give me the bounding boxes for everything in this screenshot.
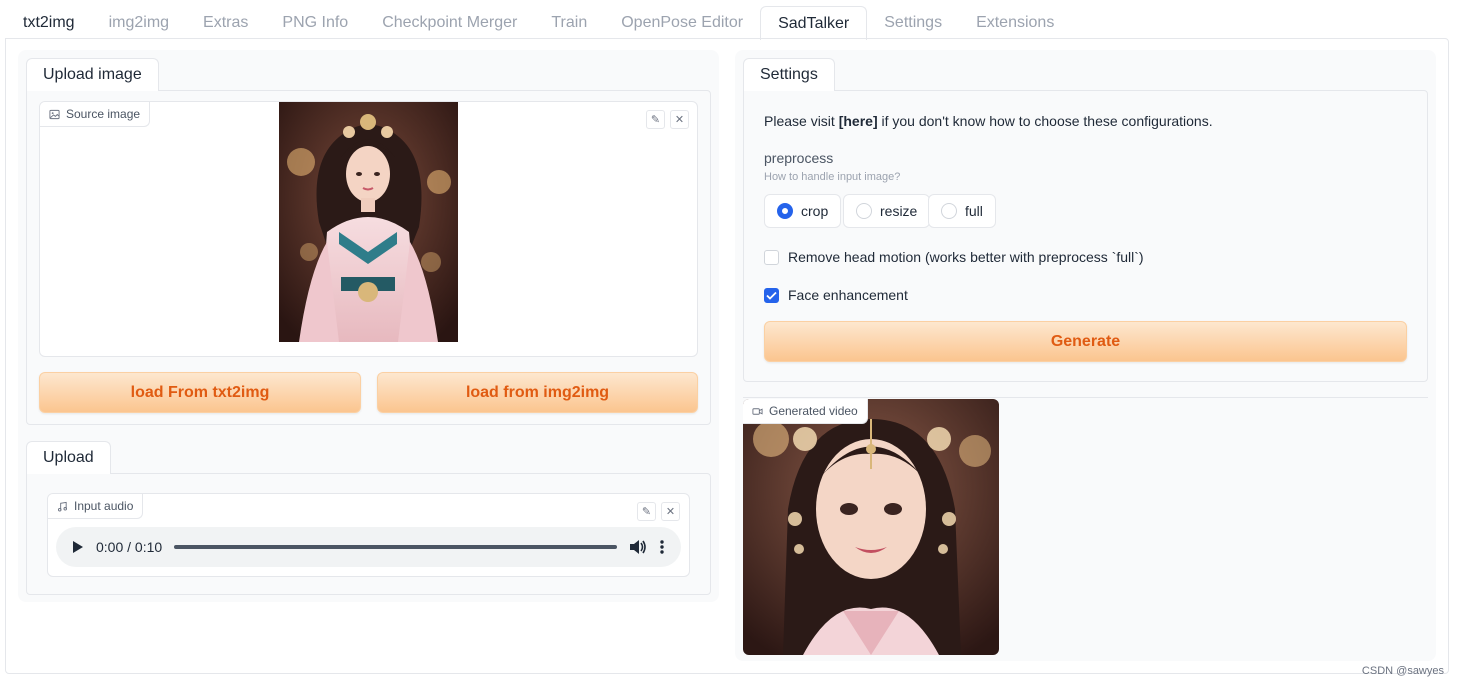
- tab-upload-image[interactable]: Upload image: [26, 58, 159, 91]
- tab-settings-inner[interactable]: Settings: [743, 58, 835, 91]
- upload-image-block: Upload image Source image ✎ ✕ load From …: [26, 58, 711, 425]
- output-divider: [743, 397, 1428, 398]
- edit-icon[interactable]: ✎: [637, 502, 656, 521]
- tab-img2img[interactable]: img2img: [92, 6, 186, 39]
- upload-image-body: Source image ✎ ✕ load From txt2img load …: [26, 90, 711, 425]
- source-image-dropzone[interactable]: Source image ✎ ✕: [39, 101, 698, 357]
- input-audio-component: Input audio ✎ ✕ 0:00 / 0:10: [47, 493, 690, 577]
- audio-player: 0:00 / 0:10: [56, 527, 681, 567]
- tab-train[interactable]: Train: [534, 6, 604, 39]
- input-audio-label: Input audio: [48, 494, 144, 519]
- preprocess-option-crop[interactable]: crop: [764, 194, 842, 228]
- watermark: CSDN @sawyes: [1361, 665, 1444, 677]
- generated-video-component[interactable]: Generated video: [743, 399, 999, 655]
- generate-button[interactable]: Generate: [764, 321, 1407, 362]
- generated-video-label: Generated video: [743, 399, 868, 424]
- load-from-img2img-button[interactable]: load from img2img: [377, 372, 698, 413]
- tab-upload[interactable]: Upload: [26, 441, 111, 474]
- preprocess-option-full[interactable]: full: [928, 194, 996, 228]
- radio-dot: [777, 203, 793, 219]
- checkbox-box: [764, 249, 779, 265]
- source-image-label: Source image: [40, 102, 151, 127]
- tab-openpose-editor[interactable]: OpenPose Editor: [604, 6, 760, 39]
- face-enhancement-checkbox[interactable]: Face enhancement: [764, 287, 908, 303]
- source-image-label-text: Source image: [66, 107, 141, 121]
- top-tab-bar: txt2img img2img Extras PNG Info Checkpoi…: [6, 6, 1071, 40]
- edit-icon[interactable]: ✎: [646, 110, 665, 129]
- upload-audio-block: Upload Input audio ✎ ✕ 0:00 / 0:10: [26, 441, 711, 595]
- check-icon: [766, 291, 777, 300]
- input-audio-label-text: Input audio: [74, 499, 134, 513]
- settings-body: Please visit [here] if you don't know ho…: [743, 90, 1428, 382]
- tab-extensions[interactable]: Extensions: [959, 6, 1071, 39]
- preprocess-option-resize[interactable]: resize: [843, 194, 931, 228]
- checkbox-box: [764, 287, 779, 303]
- close-icon[interactable]: ✕: [670, 110, 689, 129]
- load-from-txt2img-button[interactable]: load From txt2img: [39, 372, 361, 413]
- radio-label: crop: [801, 203, 829, 219]
- radio-dot: [941, 203, 957, 219]
- checkbox-label: Face enhancement: [788, 287, 908, 303]
- tab-extras[interactable]: Extras: [186, 6, 265, 39]
- music-icon: [58, 501, 67, 511]
- tab-png-info[interactable]: PNG Info: [265, 6, 365, 39]
- radio-dot: [856, 203, 872, 219]
- upload-audio-body: Input audio ✎ ✕ 0:00 / 0:10: [26, 473, 711, 595]
- generated-video-label-text: Generated video: [769, 404, 858, 418]
- tab-settings[interactable]: Settings: [867, 6, 959, 39]
- more-options-icon[interactable]: [659, 539, 665, 555]
- settings-info-text: Please visit [here] if you don't know ho…: [764, 113, 1213, 129]
- volume-icon[interactable]: [629, 539, 647, 555]
- radio-label: resize: [880, 203, 918, 219]
- image-icon: [49, 109, 60, 119]
- tab-sadtalker[interactable]: SadTalker: [760, 6, 868, 40]
- video-icon: [752, 407, 763, 415]
- remove-head-motion-checkbox[interactable]: Remove head motion (works better with pr…: [764, 249, 1144, 265]
- generated-video-frame: [743, 399, 999, 655]
- checkbox-label: Remove head motion (works better with pr…: [788, 249, 1144, 265]
- close-icon[interactable]: ✕: [661, 502, 680, 521]
- audio-time: 0:00 / 0:10: [96, 539, 163, 555]
- audio-progress-track[interactable]: [174, 545, 617, 549]
- info-suffix: if you don't know how to choose these co…: [877, 113, 1213, 129]
- radio-label: full: [965, 203, 983, 219]
- info-prefix: Please visit: [764, 113, 839, 129]
- source-image: [279, 102, 458, 342]
- play-icon[interactable]: [72, 540, 84, 554]
- tab-checkpoint-merger[interactable]: Checkpoint Merger: [365, 6, 534, 39]
- tab-txt2img[interactable]: txt2img: [6, 6, 92, 39]
- here-link[interactable]: [here]: [839, 113, 878, 129]
- preprocess-label: preprocess: [764, 150, 834, 166]
- preprocess-hint: How to handle input image?: [764, 171, 901, 183]
- settings-block: Settings Please visit [here] if you don'…: [743, 58, 1428, 382]
